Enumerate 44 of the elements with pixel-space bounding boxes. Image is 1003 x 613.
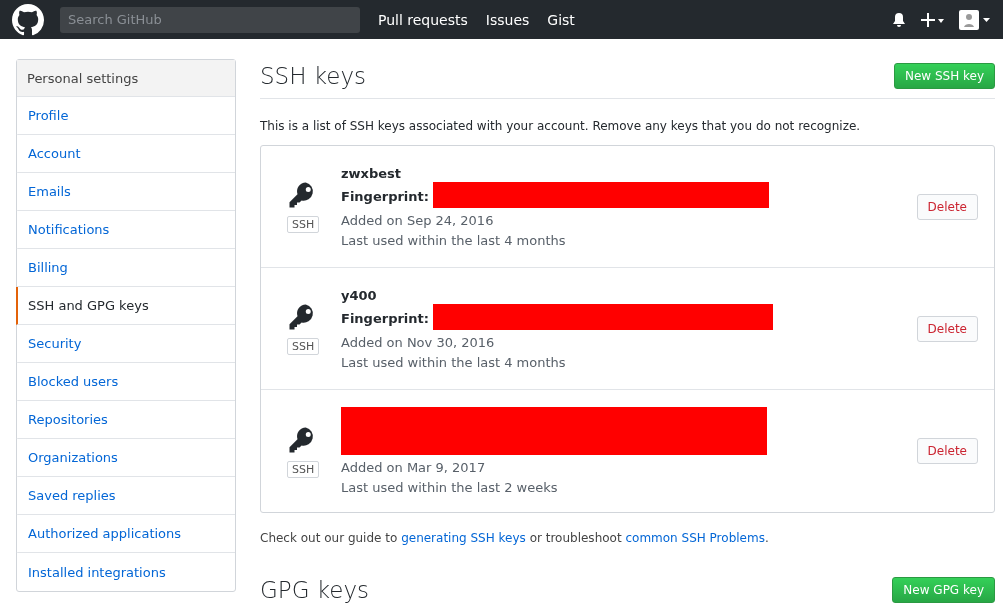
- section-title: SSH keys: [260, 63, 367, 89]
- added-date: Added on Sep 24, 2016: [341, 212, 495, 228]
- sidebar-title: Personal settings: [17, 60, 235, 97]
- problems-link[interactable]: common SSH Problems: [625, 531, 765, 545]
- last-used-text: Last used within the last 4 months: [341, 354, 567, 370]
- nav-link[interactable]: Gist: [547, 11, 575, 28]
- delete-button[interactable]: Delete: [916, 315, 978, 342]
- nav-link[interactable]: Issues: [485, 11, 530, 28]
- nav-link[interactable]: Pull requests: [378, 11, 468, 28]
- search-field[interactable]: Search GitHub: [60, 6, 360, 33]
- sidebar-item[interactable]: Repositories: [16, 401, 235, 439]
- sidebar-item[interactable]: Installed integrations: [16, 553, 235, 591]
- sidebar-item[interactable]: Emails: [16, 173, 235, 211]
- sidebar-item[interactable]: Blocked users: [16, 363, 235, 401]
- key-name: zwxbest: [341, 165, 403, 181]
- added-date: Added on Nov 30, 2016: [341, 334, 496, 350]
- logo-icon[interactable]: [12, 3, 44, 36]
- ssh-badge: SSH: [287, 460, 320, 478]
- last-used-text: Last used within the last 2 weeks: [341, 480, 559, 495]
- delete-button[interactable]: Delete: [916, 438, 978, 464]
- fingerprint-label: Fingerprint:: [341, 189, 429, 204]
- ssh-badge: SSH: [287, 338, 320, 355]
- guide-link[interactable]: generating SSH keys: [401, 531, 526, 545]
- key-name: y400: [341, 287, 378, 303]
- added-date: Added on Mar 9, 2017: [341, 460, 487, 475]
- sidebar-item[interactable]: Profile: [16, 97, 235, 135]
- sidebar-item[interactable]: Authorized applications: [16, 515, 235, 553]
- bell-icon[interactable]: [891, 11, 907, 28]
- sidebar-item[interactable]: Account: [16, 135, 235, 173]
- sidebar-item[interactable]: Notifications: [16, 211, 235, 249]
- delete-button[interactable]: Delete: [916, 193, 978, 220]
- last-used-text: Last used within the last 4 months: [341, 232, 567, 248]
- sidebar-item[interactable]: SSH and GPG keys: [16, 287, 235, 325]
- plus-dropdown-icon[interactable]: [921, 11, 945, 28]
- avatar-dropdown-icon[interactable]: [959, 8, 991, 31]
- section-title: GPG keys: [260, 577, 370, 603]
- ssh-badge: SSH: [287, 216, 320, 233]
- sidebar-item[interactable]: Billing: [16, 249, 235, 287]
- sidebar-item[interactable]: Security: [16, 325, 235, 363]
- sidebar-item[interactable]: Organizations: [16, 439, 235, 477]
- description-text: This is a list of SSH keys associated with your account. Remove any keys that you do not recognize.: [260, 119, 862, 133]
- sidebar-item[interactable]: Saved replies: [16, 477, 235, 515]
- fingerprint-label: Fingerprint:: [341, 311, 429, 326]
- help-text: Check out our guide to generating SSH keys or troubleshoot common SSH Problems.: [260, 531, 770, 545]
